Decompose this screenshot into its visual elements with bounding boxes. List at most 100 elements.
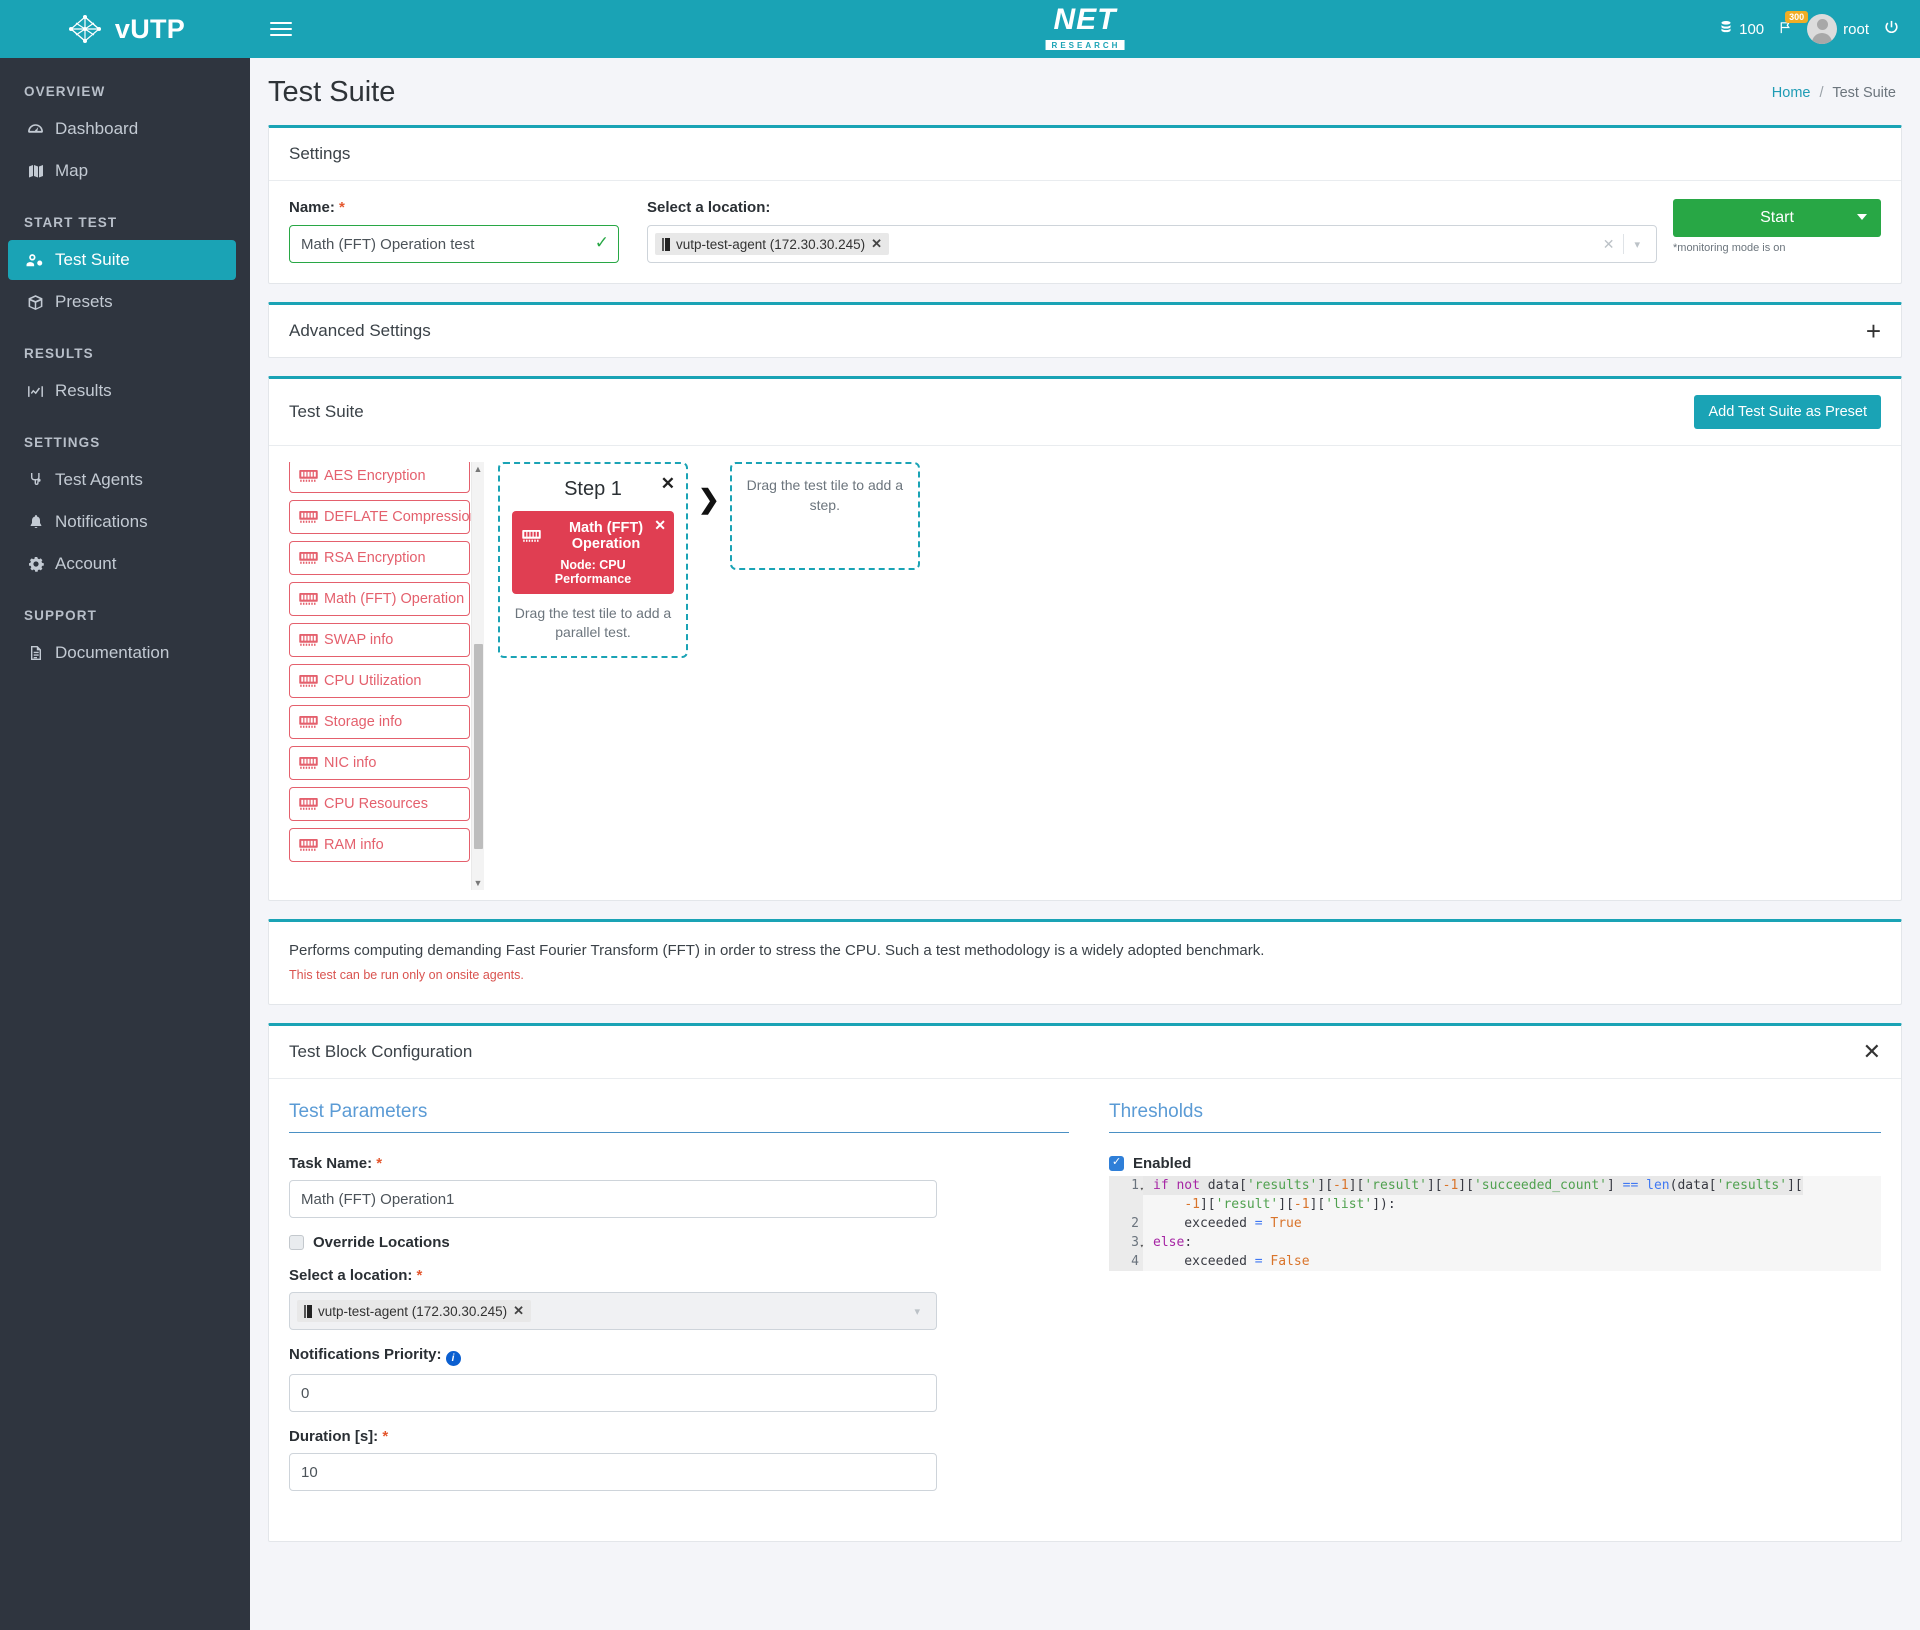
- sidebar-item-results[interactable]: Results: [0, 371, 250, 411]
- palette-scrollbar[interactable]: ▲ ▼: [471, 462, 484, 890]
- test-tile[interactable]: AES Encryption: [289, 462, 470, 493]
- chevron-down-icon[interactable]: ▾: [904, 1305, 930, 1318]
- override-locations-checkbox[interactable]: [289, 1235, 304, 1250]
- code-text[interactable]: exceeded = True: [1143, 1214, 1301, 1233]
- chevron-down-icon[interactable]: ▾: [1624, 238, 1650, 251]
- triangle-up-icon[interactable]: ▲: [472, 462, 484, 476]
- thresholds-title: Thresholds: [1109, 1101, 1881, 1133]
- step-1[interactable]: Step 1 ✕ Math (FFT) Operation ✕ Node: CP…: [498, 462, 688, 658]
- advanced-settings-card[interactable]: Advanced Settings +: [268, 302, 1902, 358]
- sidebar-section-results: RESULTS: [24, 346, 94, 361]
- advanced-settings-header[interactable]: Advanced Settings +: [269, 305, 1901, 357]
- code-token: -1: [1333, 1178, 1349, 1193]
- plus-icon[interactable]: +: [1866, 318, 1881, 344]
- test-tile[interactable]: CPU Resources: [289, 787, 470, 821]
- logout-button[interactable]: [1883, 19, 1900, 40]
- notifications-priority-input[interactable]: [289, 1374, 937, 1412]
- location-multiselect[interactable]: vutp-test-agent (172.30.30.245) ✕ ✕ ▾: [647, 225, 1657, 263]
- test-suite-body: AES Encryption DEFLATE Compression RSA E…: [269, 446, 1901, 900]
- test-suite-header: Test Suite Add Test Suite as Preset: [269, 379, 1901, 446]
- code-text[interactable]: if not data['results'][-1]['result'][-1]…: [1143, 1176, 1803, 1195]
- clear-x-icon[interactable]: ✕: [1594, 236, 1624, 253]
- close-icon[interactable]: ✕: [1863, 1041, 1881, 1063]
- add-test-suite-as-preset-button[interactable]: Add Test Suite as Preset: [1694, 395, 1881, 429]
- code-token: =: [1254, 1254, 1271, 1269]
- check-icon: ✓: [594, 233, 609, 252]
- credits-indicator[interactable]: 100: [1719, 20, 1764, 38]
- test-tile[interactable]: Storage info: [289, 705, 470, 739]
- sidebar-item-test-suite[interactable]: Test Suite: [8, 240, 236, 280]
- step-test-tile[interactable]: Math (FFT) Operation ✕ Node: CPU Perform…: [512, 511, 674, 594]
- remove-location-icon[interactable]: ✕: [513, 1303, 524, 1319]
- flag-badge: 300: [1785, 10, 1809, 23]
- user-menu[interactable]: root: [1807, 14, 1869, 44]
- start-button[interactable]: Start: [1673, 199, 1881, 237]
- triangle-down-icon[interactable]: ▼: [472, 876, 484, 890]
- test-tile[interactable]: RSA Encryption: [289, 541, 470, 575]
- hamburger-icon[interactable]: [270, 18, 292, 40]
- code-text[interactable]: else:: [1143, 1233, 1192, 1252]
- sidebar-item-account[interactable]: Account: [0, 544, 250, 584]
- sidebar-item-documentation[interactable]: Documentation: [0, 633, 250, 673]
- info-icon[interactable]: i: [445, 1351, 461, 1366]
- step-test-name: Math (FFT) Operation: [568, 520, 644, 552]
- start-button-label: Start: [1760, 209, 1794, 226]
- sidebar-item-label: Test Suite: [55, 250, 130, 269]
- code-token: :: [1184, 1235, 1193, 1250]
- remove-location-icon[interactable]: ✕: [871, 236, 882, 252]
- code-text[interactable]: exceeded = False: [1143, 1252, 1309, 1271]
- brand-logo-area[interactable]: vUTP: [0, 0, 250, 58]
- test-description-text: Performs computing demanding Fast Fourie…: [289, 942, 1265, 959]
- thresholds-enabled-checkbox[interactable]: [1109, 1155, 1124, 1171]
- sidebar-item-dashboard[interactable]: Dashboard: [0, 109, 250, 149]
- test-parameters-title: Test Parameters: [289, 1101, 1069, 1133]
- start-button-group: Start *monitoring mode is on: [1673, 199, 1881, 254]
- map-icon: [26, 162, 45, 181]
- duration-input[interactable]: [289, 1453, 937, 1491]
- test-tile[interactable]: SWAP info: [289, 623, 470, 657]
- code-token: ][: [1348, 1178, 1365, 1193]
- sidebar-item-presets[interactable]: Presets: [0, 282, 250, 322]
- code-token: ][: [1278, 1197, 1294, 1212]
- test-tile[interactable]: NIC info: [289, 746, 470, 780]
- code-token: 'result': [1364, 1178, 1427, 1193]
- test-tile[interactable]: CPU Utilization: [289, 664, 470, 698]
- breadcrumb: Home / Test Suite: [1772, 85, 1896, 101]
- test-parameters-column: Test Parameters Task Name: * Override Lo…: [289, 1101, 1089, 1507]
- page-title: Test Suite: [268, 76, 396, 108]
- location-field-group: Select a location: vutp-test-agent (172.…: [647, 199, 1657, 263]
- duration-label-text: Duration [s]:: [289, 1428, 379, 1445]
- notifications-priority-label: Notifications Priority: i: [289, 1346, 1069, 1366]
- remove-step-icon[interactable]: ✕: [661, 474, 675, 494]
- chevron-right-icon: ❯: [698, 484, 720, 514]
- ram-chip-icon: [299, 634, 318, 646]
- code-text[interactable]: -1]['result'][-1]['list']):: [1143, 1195, 1396, 1214]
- thresholds-enabled-label: Enabled: [1133, 1155, 1192, 1172]
- override-locations-row[interactable]: Override Locations: [289, 1234, 1069, 1251]
- breadcrumb-home[interactable]: Home: [1772, 85, 1811, 101]
- task-name-input[interactable]: [289, 1180, 937, 1218]
- config-location-multiselect[interactable]: vutp-test-agent (172.30.30.245) ✕ ▾: [289, 1292, 937, 1330]
- sidebar-item-map[interactable]: Map: [0, 151, 250, 191]
- thresholds-enabled-row[interactable]: Enabled: [1109, 1155, 1881, 1172]
- code-token: -1: [1184, 1197, 1200, 1212]
- breadcrumb-current: Test Suite: [1832, 84, 1896, 101]
- sidebar-item-notifications[interactable]: Notifications: [0, 502, 250, 542]
- test-tile[interactable]: RAM info: [289, 828, 470, 862]
- test-tile-palette[interactable]: AES Encryption DEFLATE Compression RSA E…: [289, 462, 484, 890]
- code-token: ]):: [1372, 1197, 1396, 1212]
- flag-indicator[interactable]: 300: [1778, 10, 1809, 39]
- code-token: ][: [1787, 1178, 1803, 1193]
- config-location-chip[interactable]: vutp-test-agent (172.30.30.245) ✕: [297, 1300, 532, 1322]
- scrollbar-thumb[interactable]: [474, 644, 483, 849]
- remove-test-icon[interactable]: ✕: [654, 517, 666, 534]
- advanced-settings-title: Advanced Settings: [289, 321, 431, 340]
- location-chip[interactable]: vutp-test-agent (172.30.30.245) ✕: [655, 233, 890, 255]
- thresholds-code-editor[interactable]: 1 ▾ if not data['results'][-1]['result'][-…: [1109, 1176, 1881, 1271]
- test-tile[interactable]: Math (FFT) Operation: [289, 582, 470, 616]
- sidebar-item-test-agents[interactable]: Test Agents: [0, 460, 250, 500]
- test-name-input[interactable]: [289, 225, 619, 263]
- add-step-dropzone[interactable]: Drag the test tile to add a step.: [729, 462, 920, 570]
- caret-down-icon[interactable]: [1857, 214, 1867, 220]
- test-tile[interactable]: DEFLATE Compression: [289, 500, 478, 534]
